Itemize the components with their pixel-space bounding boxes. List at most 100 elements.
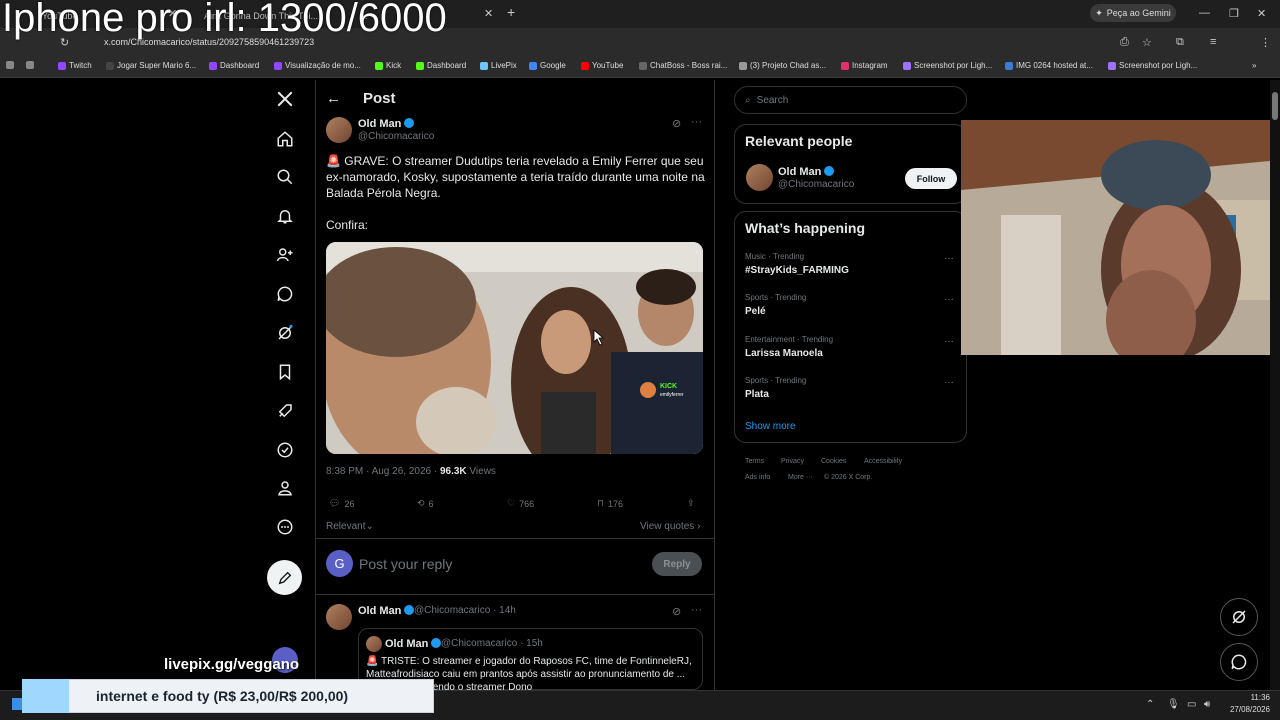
chat-icon[interactable] — [272, 281, 298, 307]
verified-icon — [404, 118, 415, 128]
bookmark-action[interactable]: ⊓ 176 — [597, 498, 623, 509]
bookmark-item[interactable]: IMG 0264 hosted at... — [1005, 61, 1093, 70]
footer-link[interactable]: Privacy — [781, 458, 804, 465]
trend-name[interactable]: #StrayKids_FARMING — [745, 265, 849, 276]
chevron-right-icon[interactable]: » — [1252, 61, 1256, 70]
trend-more-icon[interactable]: ··· — [944, 377, 954, 388]
bookmark-item[interactable]: Dashboard — [209, 61, 259, 70]
post-media[interactable]: KICK emilyferrer — [326, 242, 703, 454]
volume-icon[interactable]: 🔊︎ — [1204, 699, 1210, 710]
author-handle[interactable]: @Chicomacarico — [358, 131, 434, 142]
network-icon[interactable]: ▭ — [1187, 699, 1196, 710]
bookmark-item[interactable]: Screenshot por Ligh... — [903, 61, 992, 70]
microphone-icon[interactable]: 🎙︎ — [1167, 699, 1180, 710]
follow-button[interactable]: Follow — [905, 168, 957, 189]
close-window-icon[interactable]: ✕ — [1257, 7, 1266, 20]
sort-relevant[interactable]: Relevant⌄ — [326, 521, 374, 532]
trend-name[interactable]: Larissa Manoela — [745, 348, 823, 359]
reply-input[interactable]: Post your reply — [359, 556, 452, 572]
more-circle-icon[interactable] — [272, 514, 298, 540]
bookmark-icon[interactable] — [272, 359, 298, 385]
chevron-up-icon[interactable]: ⌃ — [1146, 699, 1154, 710]
new-tab-icon[interactable]: + — [507, 4, 515, 20]
grok-analyze-icon[interactable]: ⊘ — [672, 117, 681, 130]
more-options-icon[interactable]: ··· — [691, 604, 702, 616]
bookmark-item[interactable]: Instagram — [841, 61, 888, 70]
trend-name[interactable]: Plata — [745, 389, 769, 400]
post-timestamp[interactable]: 8:38 PM · Aug 26, 2026 · — [326, 466, 440, 477]
trend-more-icon[interactable]: ··· — [944, 253, 954, 264]
like-action[interactable]: ♡ 766 — [507, 498, 534, 509]
author-name[interactable]: Old Man — [358, 118, 415, 130]
bookmark-item[interactable]: (3) Projeto Chad as... — [739, 61, 826, 70]
bookmark-item[interactable]: LivePix — [480, 61, 517, 70]
home-icon[interactable] — [272, 126, 298, 152]
bookmark-item[interactable]: YouTube — [581, 61, 623, 70]
repost-action[interactable]: ⟲ 6 — [417, 498, 434, 509]
person-name[interactable]: Old Man — [778, 166, 835, 178]
menu-icon[interactable]: ⋮ — [1260, 36, 1271, 49]
verified-badge-icon[interactable] — [272, 437, 298, 463]
profile-icon[interactable] — [272, 475, 298, 501]
messages-fab[interactable] — [1220, 643, 1258, 681]
grok-icon[interactable] — [272, 320, 298, 346]
follow-icon[interactable] — [272, 242, 298, 268]
bookmark-item[interactable]: Visualização de mo... — [274, 61, 361, 70]
clock[interactable]: 11:36 27/08/2026 — [1226, 692, 1270, 716]
restore-icon[interactable]: ❐ — [1229, 7, 1239, 20]
search-input[interactable]: ⌕ Search — [734, 86, 967, 114]
more-options-icon[interactable]: ··· — [691, 116, 702, 128]
share-action[interactable]: ⇪ — [687, 498, 695, 509]
reply-button[interactable]: Reply — [652, 552, 702, 576]
compose-icon — [278, 571, 291, 584]
footer-link[interactable]: Ads info — [745, 474, 770, 481]
trend-name[interactable]: Pelé — [745, 306, 766, 317]
bookmark-label: Instagram — [852, 61, 888, 70]
view-quotes-link[interactable]: View quotes › — [640, 521, 700, 532]
bookmark-item[interactable]: Jogar Super Mario 6... — [106, 61, 196, 70]
footer-link[interactable]: Accessibility — [864, 458, 902, 465]
reply-author-handle[interactable]: @Chicomacarico · 14h — [414, 605, 516, 616]
bookmark-item[interactable]: Kick — [375, 61, 401, 70]
bookmark-item[interactable]: Dashboard — [416, 61, 466, 70]
bookmark-small-icon: ⊓ — [597, 498, 605, 508]
media-icon[interactable]: ≡ — [1210, 36, 1216, 48]
person-handle[interactable]: @Chicomacarico — [778, 179, 854, 190]
trend-more-icon[interactable]: ··· — [944, 294, 954, 305]
trend-category: Sports · Trending — [745, 376, 807, 385]
search-icon[interactable] — [272, 164, 298, 190]
bookmark-toggle-icon[interactable] — [6, 61, 14, 69]
person-avatar[interactable] — [746, 164, 773, 191]
compose-button[interactable] — [267, 560, 302, 595]
gemini-button[interactable]: ✦ Peça ao Gemini — [1090, 4, 1176, 22]
install-icon[interactable]: ⎙ — [1120, 36, 1129, 49]
reply-action[interactable]: 💬︎ 26 — [329, 498, 354, 509]
bell-icon[interactable] — [272, 203, 298, 229]
bookmark-item[interactable]: Twitch — [58, 61, 92, 70]
rocket-icon[interactable] — [272, 398, 298, 424]
show-more-link[interactable]: Show more — [745, 421, 796, 432]
author-avatar[interactable] — [326, 117, 352, 143]
trend-more-icon[interactable]: ··· — [944, 336, 954, 347]
quote-age: · 15h — [520, 638, 543, 649]
footer-link[interactable]: Terms — [745, 458, 764, 465]
bookmark-item[interactable]: Screenshot por Ligh... — [1108, 61, 1197, 70]
x-logo-icon[interactable] — [272, 86, 298, 112]
footer-link[interactable]: More ··· — [788, 474, 813, 481]
page-scrollbar[interactable] — [1270, 80, 1280, 690]
reply-author-name[interactable]: Old Man — [358, 605, 415, 617]
minimize-icon[interactable]: — — [1199, 7, 1210, 19]
grok-fab[interactable] — [1220, 598, 1258, 636]
star-icon[interactable]: ☆ — [1142, 36, 1152, 49]
apps-icon[interactable] — [26, 61, 34, 69]
bookmark-item[interactable]: Google — [529, 61, 566, 70]
extensions-icon[interactable]: ⧉ — [1176, 36, 1184, 49]
scrollbar-thumb[interactable] — [1272, 92, 1278, 120]
close-icon[interactable]: ✕ — [484, 7, 493, 20]
bookmark-item[interactable]: ChatBoss - Boss rai... — [639, 61, 727, 70]
footer-copyright: © 2026 X Corp. — [824, 474, 873, 481]
grok-analyze-icon[interactable]: ⊘ — [672, 605, 681, 618]
back-arrow-icon[interactable]: ← — [326, 90, 341, 107]
footer-link[interactable]: Cookies — [821, 458, 846, 465]
reply-author-avatar[interactable] — [326, 604, 352, 630]
